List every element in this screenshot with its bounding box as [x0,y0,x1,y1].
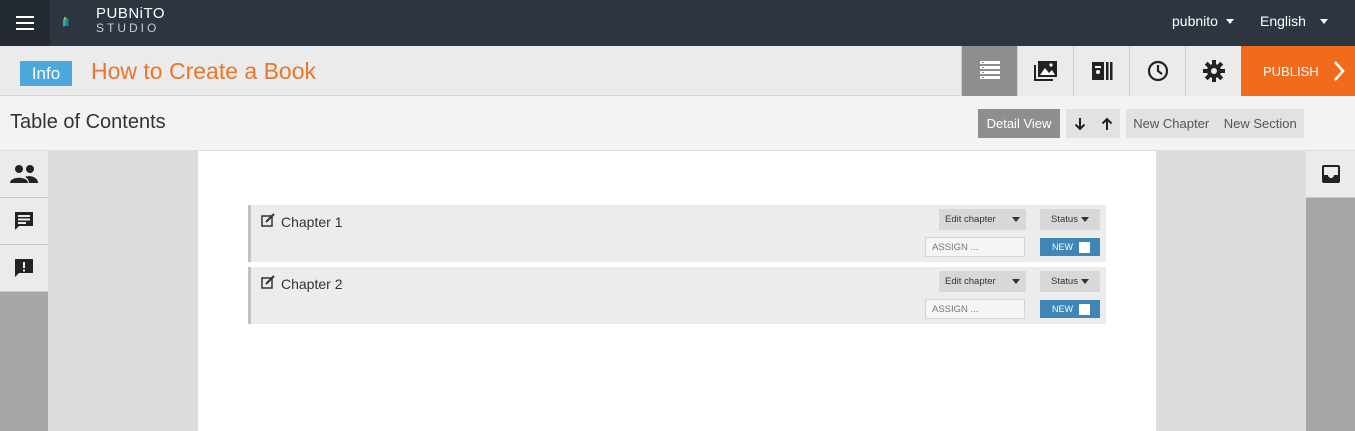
edit-chapter-dropdown[interactable]: Edit chapter [939,271,1026,292]
detail-view-button[interactable]: Detail View [978,109,1060,138]
chapter-row[interactable]: Chapter 2 Edit chapter Status ASSIGN ...… [248,267,1106,324]
publish-button[interactable]: PUBLISH [1241,46,1355,96]
language-label: English [1260,13,1306,29]
chapter-title[interactable]: Chapter 1 [281,214,342,230]
alert-comment-icon [15,259,33,277]
library-icon [1092,62,1113,80]
new-chapter-button[interactable]: New Chapter [1133,116,1209,131]
status-badge-label: NEW [1052,242,1073,252]
logo-subtext: STUDIO [96,21,160,35]
collaborators-button[interactable] [0,151,48,198]
page-title: Table of Contents [10,111,166,133]
pubnito-logo-icon[interactable] [62,2,94,42]
history-button[interactable] [1129,46,1186,96]
comment-icon [15,212,33,230]
settings-button[interactable] [1185,46,1242,96]
gear-icon [1203,60,1225,82]
assign-input[interactable]: ASSIGN ... [925,299,1025,319]
status-badge-label: NEW [1052,304,1073,314]
reorder-buttons [1066,109,1120,138]
edit-chapter-label: Edit chapter [945,214,996,225]
chevron-down-icon [1080,217,1089,222]
inbox-icon [1321,165,1340,183]
new-section-button[interactable]: New Section [1224,116,1297,131]
edit-chapter-dropdown[interactable]: Edit chapter [939,209,1026,230]
chevron-right-icon [1333,61,1345,81]
status-label: Status [1051,214,1078,225]
checkbox[interactable] [1079,303,1090,315]
toc-header: Table of Contents Detail View New Chapte… [0,96,1355,151]
checkbox[interactable] [1079,241,1090,253]
library-button[interactable] [1073,46,1130,96]
language-dropdown[interactable]: English [1260,13,1328,29]
user-name: pubnito [1172,13,1218,29]
title-bar: Info How to Create a Book PUBLISH [0,46,1355,96]
comments-button[interactable] [0,198,48,245]
left-sidebar [0,151,48,431]
status-badge[interactable]: NEW [1040,238,1100,256]
arrow-up-icon[interactable] [1101,117,1113,131]
chevron-down-icon [1011,279,1020,284]
status-label: Status [1051,276,1078,287]
inbox-button[interactable] [1306,151,1355,198]
chevron-down-icon [1011,217,1020,222]
media-button[interactable] [1017,46,1074,96]
edit-icon[interactable] [261,213,275,227]
feedback-button[interactable] [0,245,48,292]
add-buttons: New Chapter New Section [1126,109,1304,138]
book-title: How to Create a Book [91,58,317,84]
publish-label: PUBLISH [1263,63,1319,79]
arrow-down-icon[interactable] [1074,117,1086,131]
chevron-down-icon [1080,279,1089,284]
info-button[interactable]: Info [20,61,72,86]
logo-text: PUBNiTO [96,5,166,22]
images-icon [1034,61,1057,81]
status-dropdown[interactable]: Status [1040,209,1100,230]
status-badge[interactable]: NEW [1040,300,1100,318]
status-dropdown[interactable]: Status [1040,271,1100,292]
chevron-down-icon [1319,18,1328,24]
hamburger-icon [16,16,34,30]
hamburger-menu-button[interactable] [0,0,50,46]
assign-input[interactable]: ASSIGN ... [925,237,1025,257]
people-icon [10,165,38,183]
edit-icon[interactable] [261,275,275,289]
user-dropdown[interactable]: pubnito [1172,13,1234,29]
chapter-row[interactable]: Chapter 1 Edit chapter Status ASSIGN ...… [248,205,1106,262]
clock-icon [1147,60,1169,82]
edit-chapter-label: Edit chapter [945,276,996,287]
toc-list-button[interactable] [961,46,1018,96]
chevron-down-icon [1225,18,1234,24]
top-bar: PUBNiTO STUDIO pubnito English [0,0,1355,46]
chapter-title[interactable]: Chapter 2 [281,276,342,292]
list-icon [980,61,1000,79]
right-sidebar [1306,151,1355,431]
